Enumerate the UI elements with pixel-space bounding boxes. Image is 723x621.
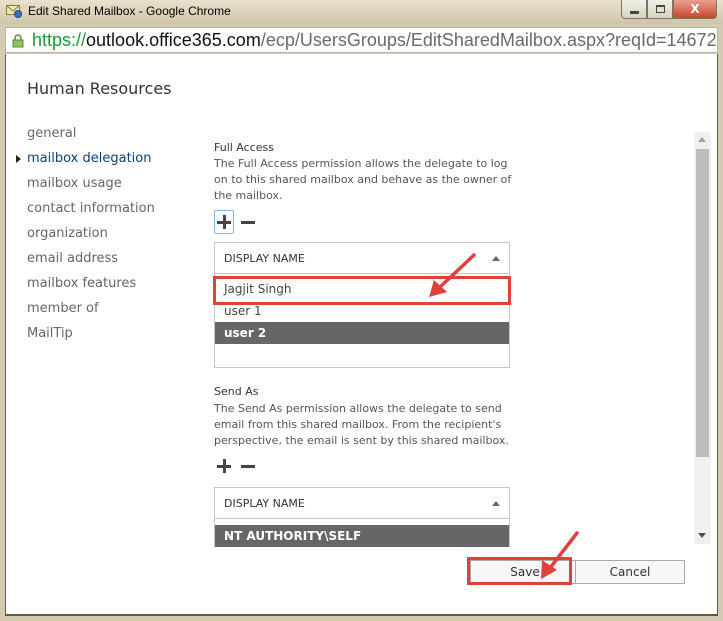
maximize-icon (655, 5, 665, 13)
send-as-list: DISPLAY NAME NT AUTHORITY\SELF (214, 487, 510, 547)
nav-item-label: general (27, 126, 77, 141)
nav-item-label: mailbox usage (27, 176, 122, 191)
window-title: Edit Shared Mailbox - Google Chrome (28, 4, 231, 18)
window-controls: X (621, 0, 717, 20)
nav-item-mailtip[interactable]: MailTip (27, 324, 155, 349)
url-path: /ecp/UsersGroups/EditSharedMailbox.aspx?… (260, 30, 717, 50)
section-nav: general mailbox delegation mailbox usage… (16, 124, 155, 349)
nav-item-email-address[interactable]: email address (27, 249, 155, 274)
nav-item-label: organization (27, 226, 108, 241)
close-button[interactable]: X (673, 0, 717, 19)
dialog-content: Human Resources general mailbox delegati… (5, 54, 718, 616)
row-name: user 1 (224, 304, 262, 318)
nav-item-organization[interactable]: organization (27, 224, 155, 249)
window-titlebar: Edit Shared Mailbox - Google Chrome X (0, 0, 723, 24)
full-access-add-button[interactable] (214, 210, 234, 234)
full-access-title: Full Access (214, 141, 274, 154)
nav-item-label: member of (27, 301, 99, 316)
nav-item-label: mailbox delegation (27, 151, 152, 166)
url-host: outlook.office365.com (86, 30, 261, 50)
minus-icon (241, 459, 255, 473)
minimize-button[interactable] (621, 0, 647, 19)
full-access-remove-button[interactable] (238, 210, 258, 234)
nav-item-member-of[interactable]: member of (27, 299, 155, 324)
sort-ascending-icon (492, 256, 500, 261)
column-header-label: DISPLAY NAME (224, 252, 305, 265)
list-row-user-1[interactable]: user 1 (215, 300, 509, 322)
plus-icon (217, 459, 231, 473)
nav-item-mailbox-delegation[interactable]: mailbox delegation (16, 149, 155, 174)
url-text: https://outlook.office365.com/ecp/UsersG… (32, 30, 717, 51)
list-row-jagjit-singh[interactable]: Jagjit Singh (215, 278, 509, 300)
scroll-down-arrow-icon[interactable] (694, 528, 711, 544)
sort-ascending-icon (492, 501, 500, 506)
page-title: Human Resources (27, 79, 172, 98)
full-access-description: The Full Access permission allows the de… (214, 157, 512, 202)
url-scheme: https:// (32, 30, 87, 50)
nav-item-label: MailTip (27, 326, 73, 341)
nav-item-contact-information[interactable]: contact information (27, 199, 155, 224)
send-as-remove-button[interactable] (238, 454, 258, 478)
maximize-button[interactable] (647, 0, 673, 19)
nav-item-label: email address (27, 251, 119, 266)
minus-icon (241, 215, 255, 229)
minimize-icon (629, 10, 639, 14)
list-row-user-2[interactable]: user 2 (215, 322, 509, 344)
vertical-scrollbar[interactable] (694, 132, 711, 544)
nav-item-label: mailbox features (27, 276, 137, 291)
row-name: NT AUTHORITY\SELF (224, 529, 362, 543)
nav-item-general[interactable]: general (27, 124, 155, 149)
nav-item-mailbox-usage[interactable]: mailbox usage (27, 174, 155, 199)
nav-item-mailbox-features[interactable]: mailbox features (27, 274, 155, 299)
row-name: user 2 (224, 326, 267, 340)
send-as-description: The Send As permission allows the delega… (214, 402, 509, 447)
send-as-add-button[interactable] (214, 454, 234, 478)
close-icon: X (690, 2, 700, 16)
save-button[interactable]: Save (470, 560, 580, 584)
scrollbar-thumb[interactable] (696, 149, 709, 457)
full-access-column-header[interactable]: DISPLAY NAME (215, 243, 509, 274)
mailbox-app-icon (6, 5, 22, 18)
column-header-label: DISPLAY NAME (224, 497, 305, 510)
row-name: Jagjit Singh (224, 282, 292, 296)
send-as-column-header[interactable]: DISPLAY NAME (215, 488, 509, 519)
list-row-nt-authority-self[interactable]: NT AUTHORITY\SELF (215, 525, 509, 547)
address-bar[interactable]: https://outlook.office365.com/ecp/UsersG… (5, 27, 718, 53)
caret-right-icon (16, 155, 21, 163)
cancel-button[interactable]: Cancel (575, 560, 685, 584)
lock-icon (12, 34, 24, 48)
nav-item-label: contact information (27, 201, 155, 216)
plus-icon (217, 215, 231, 229)
scroll-up-arrow-icon[interactable] (694, 132, 711, 148)
send-as-title: Send As (214, 385, 259, 398)
full-access-list: DISPLAY NAME Jagjit Singh user 1 user 2 (214, 242, 510, 368)
